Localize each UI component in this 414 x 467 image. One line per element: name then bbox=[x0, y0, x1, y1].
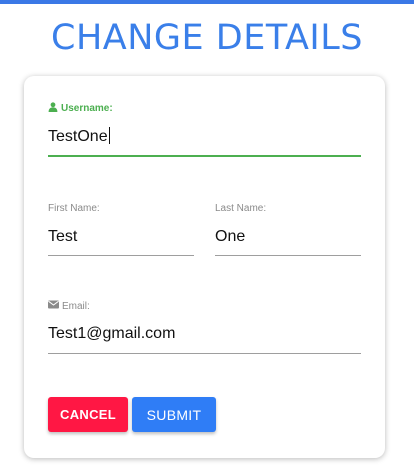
username-input[interactable]: TestOne bbox=[48, 128, 108, 145]
first-name-label: First Name: bbox=[48, 202, 100, 214]
first-name-field[interactable]: First Name: Test bbox=[48, 202, 194, 256]
email-field[interactable]: Email: Test1@gmail.com bbox=[48, 300, 361, 355]
cancel-button[interactable]: CANCEL bbox=[48, 397, 128, 432]
last-name-underline bbox=[215, 255, 361, 256]
username-underline bbox=[48, 155, 361, 157]
username-field[interactable]: Username: TestOne bbox=[48, 101, 361, 158]
email-label-row: Email: bbox=[48, 300, 361, 312]
last-name-field[interactable]: Last Name: One bbox=[215, 202, 361, 256]
first-name-underline bbox=[48, 255, 194, 256]
text-caret bbox=[108, 127, 110, 144]
first-name-input[interactable]: Test bbox=[48, 226, 194, 248]
username-label: Username: bbox=[61, 102, 113, 114]
email-label: Email: bbox=[62, 300, 90, 312]
envelope-icon bbox=[48, 300, 59, 312]
details-form-card: Username: TestOne First Name: Test Last … bbox=[24, 76, 385, 458]
last-name-input[interactable]: One bbox=[215, 226, 361, 248]
email-underline bbox=[48, 353, 361, 354]
page-title: CHANGE DETAILS bbox=[51, 18, 363, 58]
submit-button[interactable]: SUBMIT bbox=[132, 397, 216, 432]
top-accent-bar bbox=[0, 0, 414, 4]
email-input[interactable]: Test1@gmail.com bbox=[48, 323, 361, 345]
username-label-row: Username: bbox=[48, 101, 361, 115]
user-icon bbox=[48, 101, 58, 115]
last-name-label: Last Name: bbox=[215, 202, 267, 214]
